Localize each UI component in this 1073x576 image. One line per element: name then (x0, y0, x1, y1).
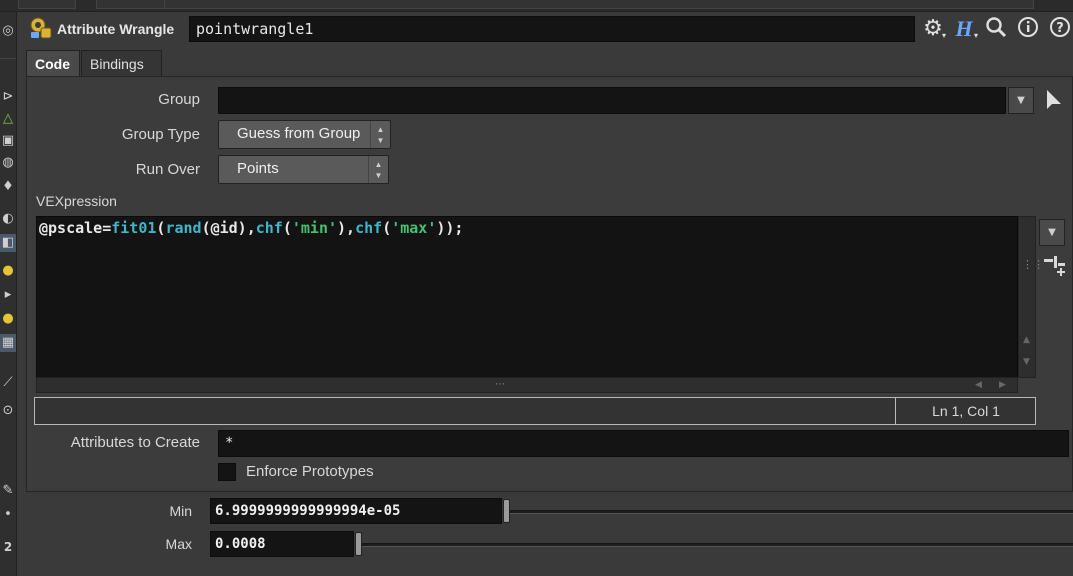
editor-vertical-scrollbar[interactable]: ⋮⋮ ▲ ▼ (1018, 216, 1044, 378)
max-label: Max (165, 536, 192, 552)
max-slider-handle[interactable] (355, 532, 362, 556)
top-strip-segment (18, 0, 76, 9)
max-slider-track[interactable] (362, 543, 1073, 547)
paint-tool-icon[interactable]: ◍ (0, 154, 16, 172)
chevron-down-icon: ▼ (1017, 95, 1025, 106)
code-token-function: chf (255, 219, 283, 237)
group-label: Group (158, 91, 200, 108)
group-type-label: Group Type (121, 126, 200, 143)
enforce-prototypes-label: Enforce Prototypes (246, 463, 374, 480)
max-value-field[interactable]: 0.0008 (210, 531, 354, 557)
min-slider-track[interactable] (510, 510, 1073, 514)
code-token-function: rand (165, 219, 202, 237)
code-token-function: fit01 (111, 219, 157, 237)
pin-tool-icon[interactable]: ♦ (0, 178, 16, 196)
line-tool-icon[interactable]: ⟋ (0, 374, 16, 392)
top-strip-segment (164, 0, 1034, 9)
bulb-tool-icon[interactable]: ● (0, 310, 16, 328)
tab-bindings[interactable]: Bindings (81, 50, 162, 77)
triangle-tool-icon[interactable]: △ (0, 110, 16, 128)
select-tool-icon[interactable]: ⊳ (0, 88, 16, 106)
vexpression-label: VEXpression (36, 193, 117, 209)
node-type-label: Attribute Wrangle (57, 21, 175, 37)
editor-status-bar: Ln 1, Col 1 (34, 397, 1036, 425)
updown-arrows-icon: ▲ ▼ (368, 156, 388, 183)
magnet-tool-icon[interactable]: ◐ (0, 210, 16, 228)
view-tool-icon[interactable]: ▸ (0, 286, 16, 304)
code-token-string: 'max' (391, 219, 437, 237)
attributes-to-create-label: Attributes to Create (70, 434, 200, 451)
code-token-operator: = (102, 219, 112, 237)
run-over-label: Run Over (135, 161, 200, 178)
grip-icon: ⋯ (495, 379, 505, 390)
code-token-paren: ( (382, 219, 392, 237)
add-spare-parm-icon[interactable] (1042, 254, 1066, 278)
editor-horizontal-scrollbar[interactable]: ⋯ ◀ ▶ (36, 377, 1018, 393)
help-dropdown-chevron-icon[interactable]: ▾ (971, 30, 981, 42)
select-arrow-icon[interactable] (1044, 88, 1064, 112)
group-input[interactable] (218, 87, 1006, 114)
info-icon[interactable] (1015, 16, 1041, 42)
code-token-argument: (@id), (201, 219, 256, 237)
group-type-menu[interactable]: Guess from Group ▲ ▼ (218, 120, 391, 149)
pencil-tool-icon[interactable]: ✎ (0, 482, 16, 500)
editor-menu-button[interactable]: ▼ (1039, 219, 1065, 246)
gear-dropdown-chevron-icon[interactable]: ▾ (939, 30, 949, 42)
question-help-icon[interactable]: ? (1047, 16, 1073, 42)
updown-arrows-icon: ▲ ▼ (370, 121, 390, 148)
target-tool-icon[interactable]: ◎ (0, 22, 16, 40)
grip-icon: ⋮⋮ (1022, 258, 1044, 271)
node-name-field[interactable]: pointwrangle1 (189, 16, 915, 42)
orbit-tool-icon[interactable]: ⊙ (0, 402, 16, 420)
scroll-left-icon[interactable]: ◀ (975, 378, 982, 392)
search-icon[interactable] (983, 16, 1009, 42)
code-token-attribute: @pscale (39, 219, 103, 237)
top-strip-segment (96, 0, 166, 9)
snap-tool-icon[interactable]: ▦ (0, 334, 16, 352)
scroll-right-icon[interactable]: ▶ (999, 378, 1006, 392)
code-token-function: chf (355, 219, 383, 237)
group-dropdown-button[interactable]: ▼ (1008, 87, 1034, 114)
svg-text:?: ? (1056, 21, 1064, 36)
light-tool-icon[interactable]: ● (0, 262, 16, 280)
scroll-down-icon[interactable]: ▼ (1023, 357, 1030, 367)
vex-code-editor[interactable]: @pscale=fit01(rand(@id),chf('min'),chf('… (36, 216, 1018, 378)
tool-separator (0, 58, 16, 77)
scroll-up-icon[interactable]: ▲ (1023, 335, 1030, 345)
run-over-menu[interactable]: Points ▲ ▼ (218, 155, 389, 184)
chevron-down-icon: ▼ (1048, 227, 1056, 238)
min-label: Min (169, 503, 192, 519)
parameter-header: Attribute Wrangle pointwrangle1 ⚙ ▾ H ▾ … (17, 12, 1073, 46)
attributes-to-create-input[interactable]: * (218, 430, 1069, 457)
wrangle-node-icon (30, 17, 52, 39)
group-type-value: Guess from Group (237, 125, 361, 142)
min-slider-handle[interactable] (503, 499, 510, 523)
code-token-paren: ( (282, 219, 292, 237)
top-strip (0, 0, 1073, 12)
dot-tool-icon[interactable]: • (0, 506, 16, 524)
lock-tool-icon[interactable]: ▣ (0, 132, 16, 150)
run-over-value: Points (237, 160, 279, 177)
code-token-string: 'min' (291, 219, 338, 237)
handle-tool-icon[interactable]: ◧ (0, 234, 16, 252)
cursor-position: Ln 1, Col 1 (932, 403, 1000, 419)
min-value-field[interactable]: 6.9999999999999994e-05 (210, 498, 502, 524)
number-tool-icon[interactable]: 2 (0, 538, 16, 556)
tab-code[interactable]: Code (26, 50, 80, 77)
left-toolbar: ◎ ⊳ △ ▣ ◍ ♦ ◐ ◧ ● ▸ ● ▦ ⟋ ⊙ ✎ • 2 (0, 12, 17, 576)
code-token-paren: )); (436, 219, 464, 237)
enforce-prototypes-checkbox[interactable] (218, 463, 236, 481)
vex-code-line: @pscale=fit01(rand(@id),chf('min'),chf('… (39, 218, 463, 238)
code-token-paren: ), (337, 219, 356, 237)
